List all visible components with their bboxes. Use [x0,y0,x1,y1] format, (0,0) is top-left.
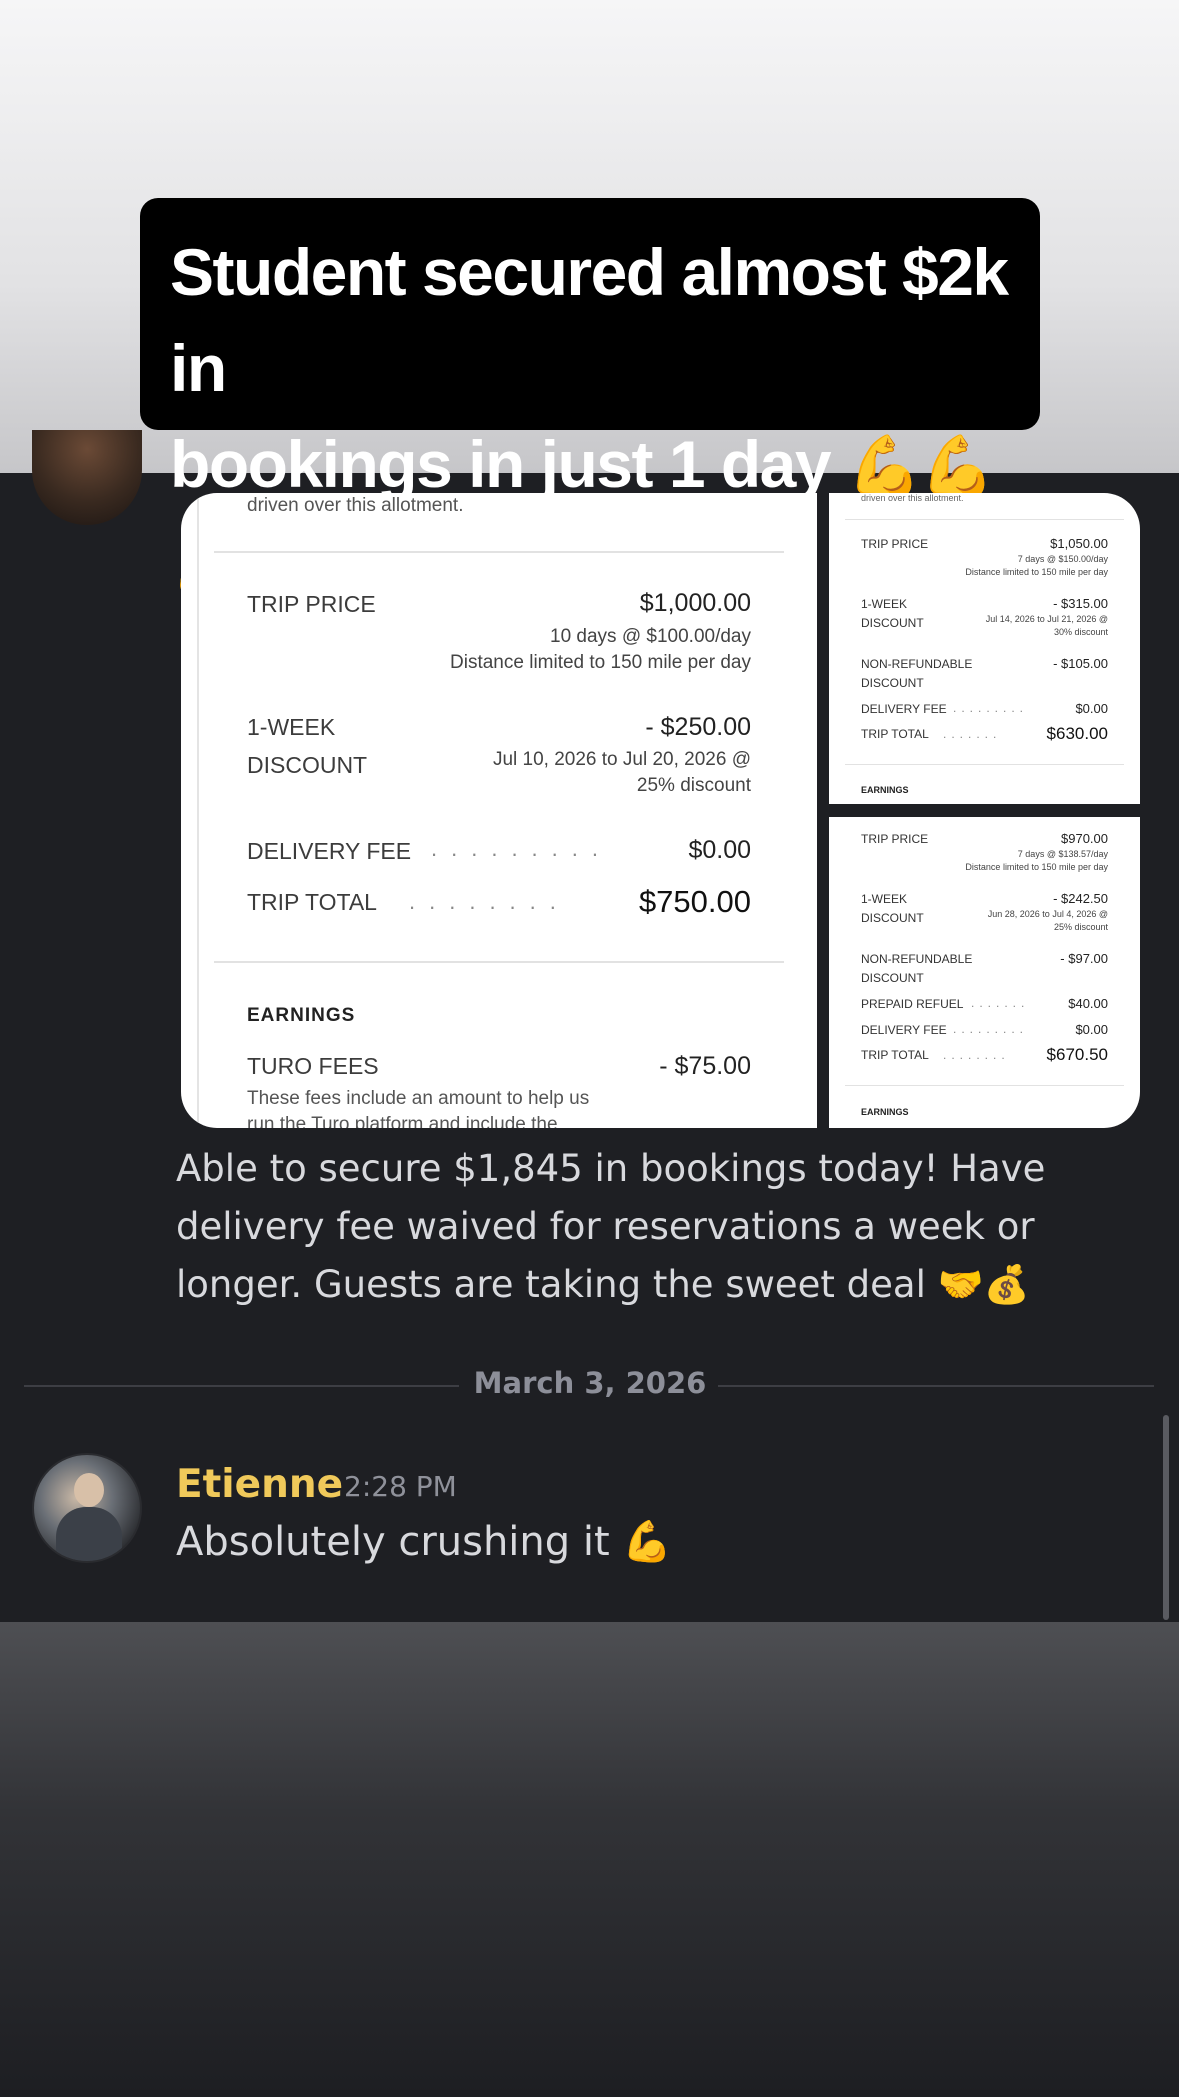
story-bottom-band [0,1622,1179,2097]
trip-total-value: $630.00 [1046,724,1108,743]
trip-total-value: $750.00 [638,884,751,919]
turo-fees-amount: - $75.00 [659,1052,751,1080]
prepaid-refuel-value: $40.00 [1068,996,1108,1011]
trip-total-label: TRIP TOTAL [861,1048,929,1062]
message-text: Able to secure $1,845 in bookings today!… [176,1147,1046,1306]
earnings-heading: EARNINGS [247,1005,356,1026]
leader-dots: ........ [409,889,570,914]
trip-total-label: TRIP TOTAL [247,889,377,915]
message-timestamp: 2:28 PM [344,1470,457,1503]
nonrefundable-label-2: DISCOUNT [861,971,924,985]
discount-percent: 30% discount [1053,627,1108,637]
discount-label-2: DISCOUNT [247,752,368,778]
date-divider: March 3, 2026 [473,1366,707,1400]
trip-price-value: $1,050.00 [1050,536,1108,551]
nonrefundable-label: NON-REFUNDABLE [861,952,973,966]
receipt-header-text: driven over this allotment. [861,493,964,503]
trip-price-value: $970.00 [1061,831,1108,846]
leader-dots: ........ [943,1048,1010,1062]
date-divider-line-right [718,1385,1154,1387]
delivery-fee-label: DELIVERY FEE [861,1023,947,1037]
delivery-fee-label: DELIVERY FEE [247,838,412,864]
trip-price-label: TRIP PRICE [861,537,929,551]
receipt-image-main[interactable]: driven over this allotment. TRIP PRICE $… [181,493,817,1128]
trip-price-label: TRIP PRICE [861,832,929,846]
turo-fees-note-2: run the Turo platform and include the [247,1114,558,1128]
discount-label-2: DISCOUNT [861,616,924,630]
discount-amount: - $315.00 [1053,596,1108,611]
receipt-image-bottom-right[interactable]: TRIP PRICE $970.00 7 days @ $138.57/day … [829,817,1140,1128]
turo-fees-label: TURO FEES [247,1053,379,1079]
caption-line-2: bookings in just 1 day [170,427,832,501]
trip-price-distance: Distance limited to 150 mile per day [450,652,751,673]
prepaid-refuel-label: PREPAID REFUEL [861,997,964,1011]
leader-dots: ......... [953,1022,1029,1036]
discount-dates: Jun 28, 2026 to Jul 4, 2026 @ [987,909,1108,919]
story-caption: Student secured almost $2k in bookings i… [140,198,1040,601]
discount-amount: - $242.50 [1053,891,1108,906]
delivery-fee-label: DELIVERY FEE [861,702,947,716]
leader-dots: ....... [971,996,1030,1010]
trip-total-label: TRIP TOTAL [861,727,929,741]
author-name[interactable]: Etienne [176,1462,343,1507]
discount-label-2: DISCOUNT [861,911,924,925]
trip-price-detail: 7 days @ $138.57/day [1017,849,1108,859]
scrollbar[interactable] [1163,1415,1169,1620]
nonrefundable-amount: - $105.00 [1053,656,1108,671]
nonrefundable-amount: - $97.00 [1060,951,1108,966]
delivery-fee-value: $0.00 [1075,1022,1108,1037]
trip-price-distance: Distance limited to 150 mile per day [965,862,1108,872]
reply-message-text: Absolutely crushing it 💪 [176,1519,673,1565]
discount-percent: 25% discount [1053,922,1108,932]
caption-line-1: Student secured almost $2k in [170,235,1009,405]
date-divider-line-left [24,1385,459,1387]
trip-total-value: $670.50 [1046,1045,1108,1064]
nonrefundable-label: NON-REFUNDABLE [861,657,973,671]
discount-dates: Jul 10, 2026 to Jul 20, 2026 @ [492,749,751,770]
earnings-heading: EARNINGS [861,1107,909,1117]
nonrefundable-label-2: DISCOUNT [861,676,924,690]
discount-label: 1-WEEK [861,597,908,611]
delivery-fee-value: $0.00 [1075,701,1108,716]
receipt-image-top-right[interactable]: driven over this allotment. TRIP PRICE $… [829,493,1140,804]
delivery-fee-value: $0.00 [688,836,751,864]
discount-label: 1-WEEK [247,714,336,740]
leader-dots: ......... [953,701,1029,715]
previous-author-avatar[interactable] [32,430,142,525]
trip-price-label: TRIP PRICE [247,591,376,617]
leader-dots: ......... [431,836,613,861]
trip-price-distance: Distance limited to 150 mile per day [965,567,1108,577]
trip-price-value: $1,000.00 [639,589,751,617]
author-avatar[interactable] [32,1453,142,1563]
receipt-header-text: driven over this allotment. [247,495,464,516]
turo-fees-note: These fees include an amount to help us [247,1088,590,1109]
trip-price-detail: 7 days @ $150.00/day [1017,554,1108,564]
leader-dots: ....... [943,727,1002,741]
discount-label: 1-WEEK [861,892,908,906]
discount-dates: Jul 14, 2026 to Jul 21, 2026 @ [985,614,1108,624]
trip-price-detail: 10 days @ $100.00/day [550,626,751,647]
discount-percent: 25% discount [636,775,751,796]
discount-amount: - $250.00 [645,713,751,741]
earnings-heading: EARNINGS [861,785,909,795]
